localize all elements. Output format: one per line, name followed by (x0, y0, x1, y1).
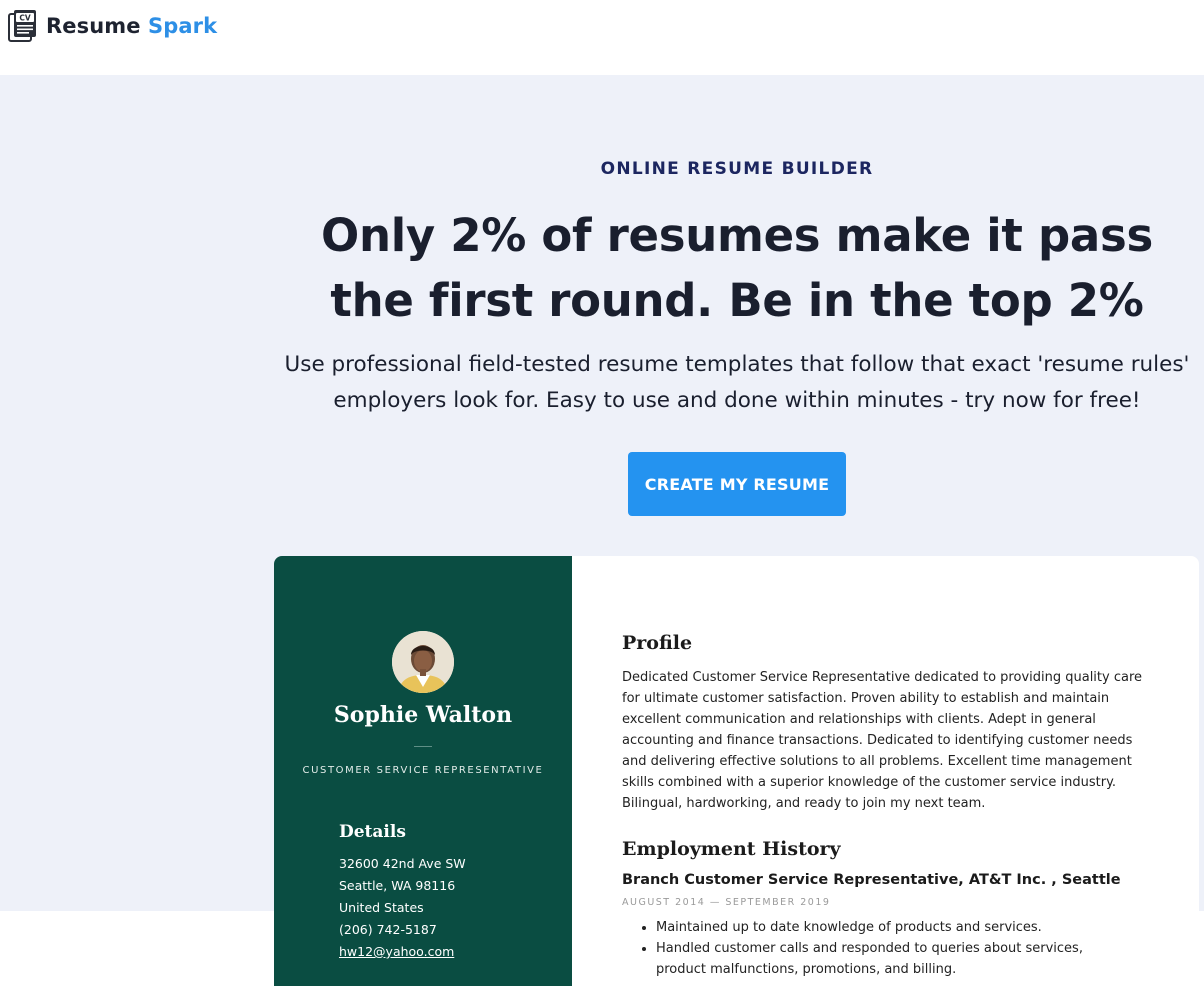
detail-phone: (206) 742-5187 (339, 922, 437, 937)
job-bullets: Maintained up to date knowledge of produ… (656, 917, 1126, 980)
logo-link[interactable]: CV Resume Spark (8, 9, 217, 43)
job-dates: AUGUST 2014 — SEPTEMBER 2019 (622, 897, 831, 908)
employment-heading: Employment History (622, 838, 841, 860)
resume-preview: Sophie Walton CUSTOMER SERVICE REPRESENT… (274, 556, 1199, 986)
resume-sidebar: Sophie Walton CUSTOMER SERVICE REPRESENT… (274, 556, 572, 986)
detail-country: United States (339, 900, 424, 915)
profile-text: Dedicated Customer Service Representativ… (622, 670, 1143, 811)
hero-headline: Only 2% of resumes make it pass the firs… (321, 209, 1153, 327)
hero-section: ONLINE RESUME BUILDER Only 2% of resumes… (0, 75, 1204, 986)
logo-word-resume: Resume (46, 14, 141, 38)
resume-name: Sophie Walton (333, 702, 513, 728)
hero-subtext: Use professional field-tested resume tem… (284, 352, 1190, 413)
details-heading: Details (339, 822, 406, 842)
details-list: 32600 42nd Ave SW Seattle, WA 98116 Unit… (339, 853, 466, 963)
resume-role: CUSTOMER SERVICE REPRESENTATIVE (302, 765, 544, 776)
job-title: Branch Customer Service Representative, … (622, 872, 1121, 888)
cv-document-icon: CV (8, 10, 36, 42)
profile-heading: Profile (622, 632, 693, 654)
svg-text:CV: CV (19, 14, 31, 23)
create-resume-button[interactable]: CREATE MY RESUME (628, 452, 846, 516)
email-link[interactable]: hw12@yahoo.com (339, 944, 454, 959)
detail-email-item: hw12@yahoo.com (339, 941, 466, 963)
hero-eyebrow: ONLINE RESUME BUILDER (600, 159, 874, 179)
detail-city: Seattle, WA 98116 (339, 878, 456, 893)
logo-word-spark: Spark (148, 14, 218, 38)
name-divider (414, 746, 432, 747)
top-bar: CV Resume Spark (0, 0, 1204, 75)
avatar (392, 631, 454, 693)
list-item: Handled customer calls and responded to … (656, 938, 1126, 980)
person-avatar-icon (392, 631, 454, 693)
list-item: Maintained up to date knowledge of produ… (656, 917, 1126, 938)
logo-text: Resume Spark (46, 14, 217, 38)
detail-address: 32600 42nd Ave SW (339, 856, 466, 871)
